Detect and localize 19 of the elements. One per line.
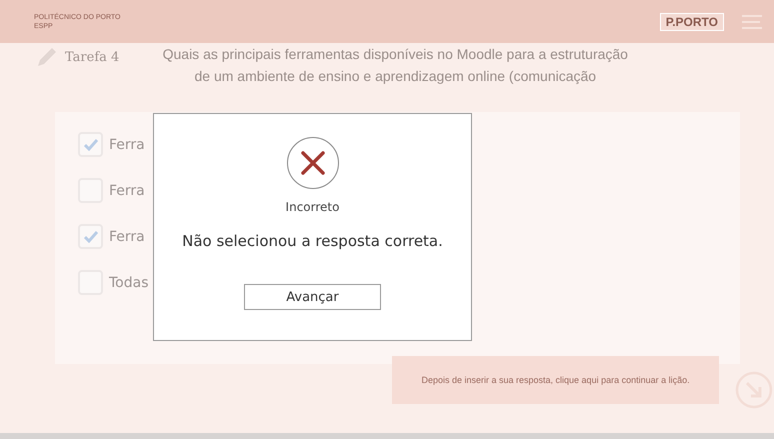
checkbox[interactable] <box>78 224 103 249</box>
option-label: Ferra <box>109 136 145 152</box>
option-label: Todas <box>109 274 148 290</box>
check-icon <box>84 230 98 242</box>
continue-hint[interactable]: Depois de inserir a sua resposta, clique aqui para continuar a lição. <box>392 356 720 404</box>
feedback-message: Não selecionou a resposta correta. <box>182 232 443 250</box>
pencil-icon <box>35 45 59 69</box>
checkbox[interactable] <box>78 132 103 157</box>
question-text: Quais as principais ferramentas disponíveis no Moodle para a estruturação <box>162 45 628 64</box>
task-label: Tarefa 4 <box>65 50 120 64</box>
brand-logo: P.PORTO <box>660 12 724 30</box>
status-text: Incorreto <box>286 200 340 214</box>
continue-button[interactable]: Avançar <box>244 284 381 310</box>
option-label: Ferra <box>109 228 145 244</box>
option-label: Ferra <box>109 182 145 198</box>
error-x-icon <box>286 136 340 190</box>
check-icon <box>84 138 98 150</box>
logo-lines-drawing <box>742 14 764 30</box>
question-text: de um ambiente de ensino e aprendizagem online (comunicação <box>194 67 596 86</box>
